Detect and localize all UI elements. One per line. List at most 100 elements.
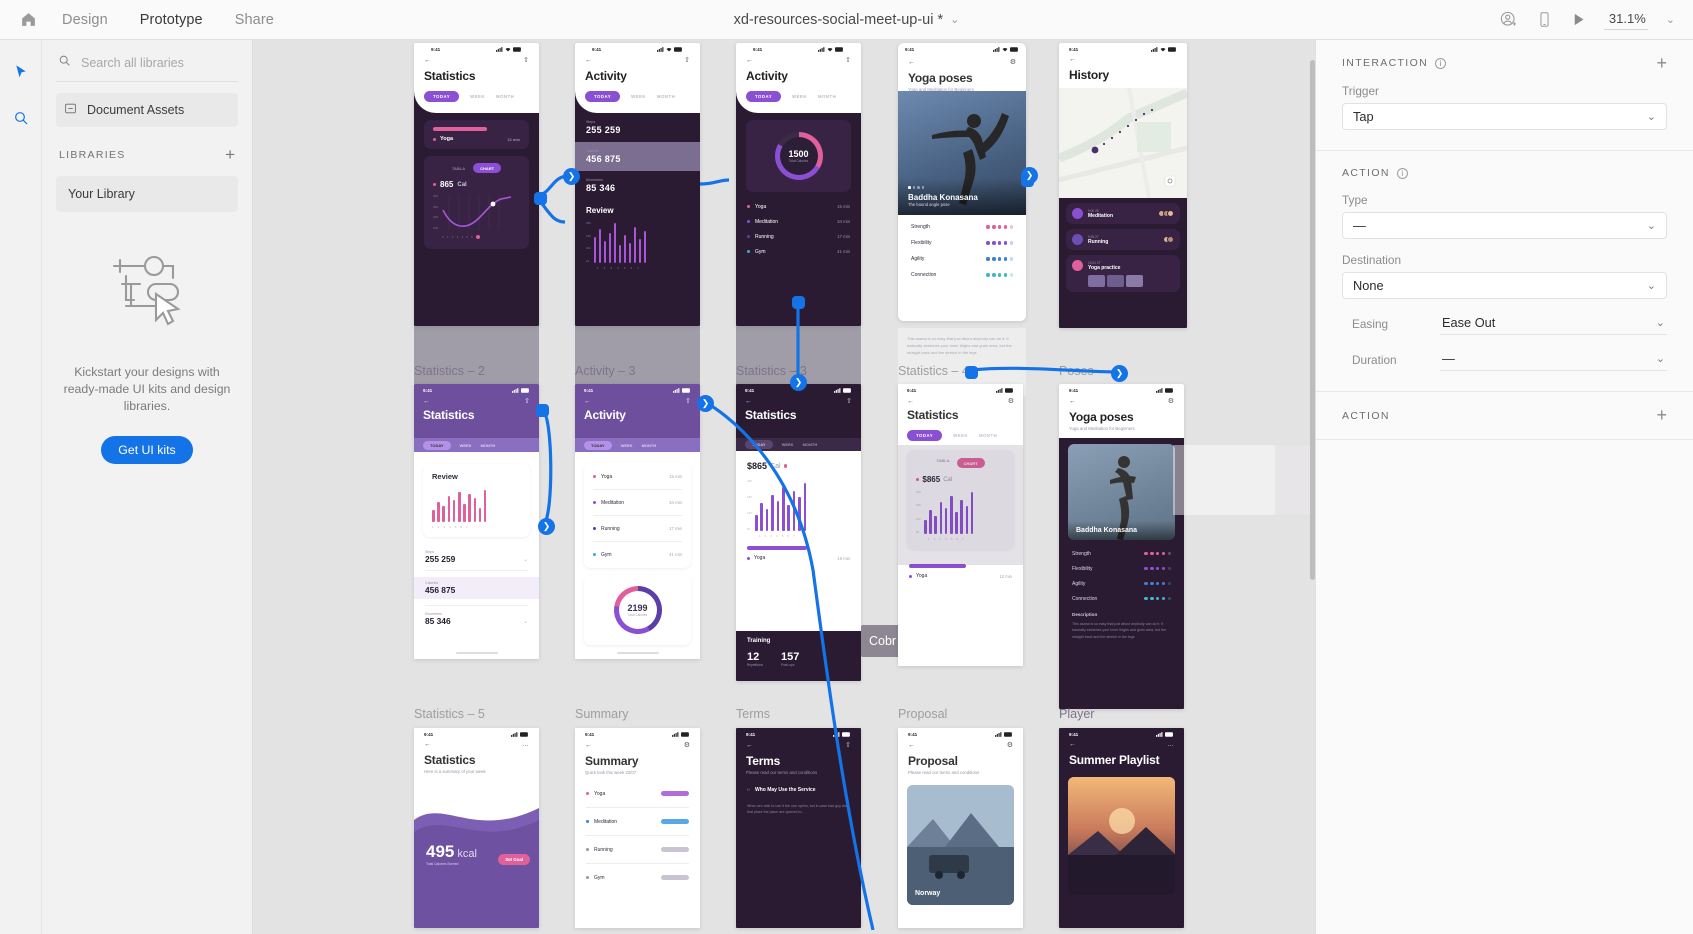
segment-today[interactable]: TODAY: [585, 91, 621, 102]
connector-nub[interactable]: [536, 404, 549, 417]
segment-month[interactable]: MONTH: [979, 433, 997, 438]
artboard-label[interactable]: Summary: [575, 707, 628, 721]
document-assets-item[interactable]: Document Assets: [56, 93, 238, 127]
back-arrow-icon[interactable]: ←: [745, 398, 752, 405]
get-ui-kits-button[interactable]: Get UI kits: [101, 436, 193, 464]
connector-arrow[interactable]: ❯: [790, 374, 807, 391]
artboard-history[interactable]: 9:41 ← History 9:00 29 Meditation 9:25 2…: [1059, 43, 1187, 328]
tab-design[interactable]: Design: [46, 8, 124, 32]
back-arrow-icon[interactable]: ←: [1069, 56, 1076, 63]
history-item[interactable]: 9:25 27 Running: [1066, 229, 1180, 250]
history-item[interactable]: 9:00 29 Meditation: [1066, 203, 1180, 224]
share-icon[interactable]: ⇧: [684, 56, 690, 64]
list-item[interactable]: Yoga 15 min: [736, 199, 861, 214]
back-arrow-icon[interactable]: ←: [424, 57, 431, 64]
artboard-player[interactable]: 9:41 ← … Summer Playlist: [1059, 728, 1184, 928]
segment-month[interactable]: MONTH: [481, 443, 496, 448]
segment-week[interactable]: WEEK: [621, 443, 633, 448]
share-icon[interactable]: ⇧: [524, 397, 530, 405]
chart-card[interactable]: TABLA CHART $865 Cal 24h 18h 12h 6h 1 2 …: [907, 450, 1014, 549]
artboard-label[interactable]: Poses: [1059, 364, 1094, 378]
artboard-statistics-training[interactable]: 9:41 ← ⇧ Statistics TODAY WEEK MONTH $86…: [736, 384, 861, 681]
segment-month[interactable]: MONTH: [657, 94, 675, 99]
segment-week[interactable]: WEEK: [631, 94, 646, 99]
review-card[interactable]: Review 1234567: [423, 464, 530, 537]
artboard-label[interactable]: Terms: [736, 707, 770, 721]
zoom-chevron-down-icon[interactable]: ⌄: [1666, 13, 1675, 26]
activity-card[interactable]: Yoga 12 min: [424, 120, 529, 149]
segment-week[interactable]: WEEK: [792, 94, 807, 99]
type-select[interactable]: — ⌄: [1342, 212, 1667, 240]
share-icon[interactable]: ⇧: [685, 397, 691, 405]
list-item[interactable]: Gym 41 min: [736, 244, 861, 259]
segment-today[interactable]: TODAY: [584, 440, 612, 450]
segment-today[interactable]: TODAY: [424, 91, 460, 102]
connector-arrow[interactable]: ❯: [1021, 167, 1038, 184]
tab-tabla[interactable]: TABLA: [452, 166, 465, 171]
share-icon[interactable]: ⇧: [845, 741, 851, 749]
back-arrow-icon[interactable]: ←: [907, 398, 914, 405]
artboard-label[interactable]: Activity – 3: [575, 364, 635, 378]
summary-row-running[interactable]: Running: [586, 842, 689, 857]
home-icon[interactable]: [10, 5, 46, 35]
share-icon[interactable]: ⇧: [523, 56, 529, 64]
library-item-your-library[interactable]: Your Library: [56, 176, 238, 212]
artboard-statistics-3[interactable]: 9:41 ← ⇧ Activity TODAY WEEK MONTH 1500 …: [736, 43, 861, 326]
select-arrow-icon[interactable]: [7, 58, 35, 86]
chevron-down-icon[interactable]: ⌄: [523, 556, 528, 563]
chart-card[interactable]: TABLA CHART 865 Cal 400 300 200 100 0 1 …: [424, 156, 529, 249]
donut-card[interactable]: 2199 Total Calories: [584, 575, 691, 645]
player-artwork[interactable]: [1068, 777, 1175, 895]
back-arrow-icon[interactable]: ←: [908, 742, 915, 749]
artboard-label[interactable]: Statistics – 2: [414, 364, 485, 378]
tab-prototype[interactable]: Prototype: [124, 8, 219, 32]
chevron-down-icon[interactable]: ⌄: [523, 618, 528, 625]
back-arrow-icon[interactable]: ←: [585, 742, 592, 749]
artboard-label[interactable]: Player: [1059, 707, 1094, 721]
tab-tabla[interactable]: TABLA: [936, 458, 949, 468]
set-goal-button[interactable]: Set Goal: [498, 854, 530, 865]
add-person-icon[interactable]: [1499, 10, 1518, 29]
segment-today[interactable]: TODAY: [423, 440, 451, 450]
tab-chart[interactable]: CHART: [473, 163, 502, 173]
connector-arrow[interactable]: ❯: [563, 168, 580, 185]
segment-month[interactable]: MONTH: [642, 443, 657, 448]
mobile-preview-icon[interactable]: [1536, 11, 1553, 28]
segment-today[interactable]: TODAY: [907, 430, 943, 441]
summary-row-meditation[interactable]: Meditation: [586, 814, 689, 829]
search-input[interactable]: [81, 56, 236, 70]
list-item[interactable]: Gym 41 min: [593, 548, 682, 561]
history-item[interactable]: 10:02 27 Yoga practice: [1066, 255, 1180, 292]
add-interaction-icon[interactable]: +: [1656, 54, 1667, 73]
back-arrow-icon[interactable]: ←: [746, 57, 753, 64]
settings-gear-icon[interactable]: ⚙: [684, 741, 690, 749]
artboard-label[interactable]: Statistics – 5: [414, 707, 485, 721]
back-arrow-icon[interactable]: ←: [423, 398, 430, 405]
connector-nub[interactable]: [792, 296, 805, 309]
artboard-statistics-row2-4[interactable]: 9:41 ← ⚙ Statistics TODAY WEEK MONTH TAB…: [898, 384, 1023, 666]
canvas-vertical-scrollbar[interactable]: [1310, 60, 1315, 580]
pose-photo[interactable]: Baddha Konasana: [1068, 444, 1175, 540]
tab-chart[interactable]: CHART: [956, 458, 985, 468]
settings-gear-icon[interactable]: ⚙: [1010, 58, 1016, 66]
zoom-search-icon[interactable]: [7, 104, 35, 132]
summary-row-yoga[interactable]: Yoga: [586, 786, 689, 801]
easing-select[interactable]: Ease Out ⌄: [1440, 313, 1667, 336]
settings-gear-icon[interactable]: ⚙: [1168, 397, 1174, 405]
artboard-activity-3[interactable]: 9:41 ← ⇧ Activity TODAY WEEK MONTH Steps…: [575, 43, 700, 326]
segment-week[interactable]: WEEK: [460, 443, 472, 448]
list-item[interactable]: Yoga 15 min: [593, 470, 682, 483]
connector-arrow[interactable]: ❯: [538, 518, 555, 535]
connector-arrow[interactable]: ❯: [697, 395, 714, 412]
artboard-statistics-2[interactable]: 9:41 ← ⇧ Statistics TODAY WEEK MONTH Yog…: [414, 43, 539, 326]
zoom-level-value[interactable]: 31.1%: [1603, 9, 1648, 30]
destination-select[interactable]: None ⌄: [1342, 272, 1667, 300]
connector-nub[interactable]: [534, 192, 547, 205]
back-arrow-icon[interactable]: ←: [746, 742, 753, 749]
settings-gear-icon[interactable]: ⚙: [1007, 741, 1013, 749]
artboard-statistics-5-bottom[interactable]: 9:41 ← … Statistics Here is a summary of…: [414, 728, 539, 928]
add-library-icon[interactable]: +: [225, 146, 235, 163]
share-icon[interactable]: ⇧: [846, 397, 852, 405]
segment-today[interactable]: TODAY: [745, 440, 773, 449]
artboard-terms[interactable]: 9:41 ← ⇧ Terms Please read our terms and…: [736, 728, 861, 928]
